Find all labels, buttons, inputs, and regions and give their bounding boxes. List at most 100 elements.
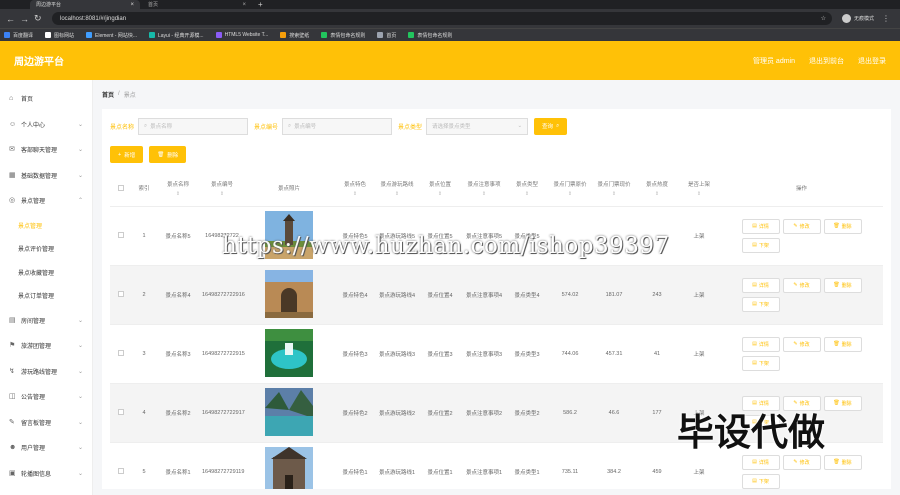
bookmark-item[interactable]: 百度翻译 bbox=[4, 32, 33, 39]
close-icon[interactable]: × bbox=[242, 2, 246, 8]
sort-icon[interactable]: ⇕ bbox=[638, 190, 676, 199]
row-checkbox[interactable] bbox=[118, 408, 124, 415]
sidebar-item[interactable]: ☺ 个人中心 ⌄ bbox=[0, 112, 92, 138]
column-header[interactable]: 景点类型 ⇕ bbox=[506, 174, 548, 206]
row-checkbox[interactable] bbox=[118, 231, 124, 238]
row-checkbox-cell[interactable] bbox=[110, 383, 132, 442]
logout-link[interactable]: 退出登录 bbox=[858, 56, 886, 66]
type-select[interactable]: 请选择景点类型 ⌄ bbox=[426, 117, 529, 135]
row-checkbox-cell[interactable] bbox=[110, 206, 132, 265]
edit-button[interactable]: ✎ 修改 bbox=[782, 395, 821, 411]
column-header[interactable]: 景点门票现价 ⇕ bbox=[592, 174, 636, 206]
profile-chip[interactable]: 无痕模式 bbox=[842, 14, 874, 23]
column-header[interactable]: 操作 bbox=[720, 174, 883, 206]
offline-button[interactable]: ▤ 下架 bbox=[741, 414, 780, 430]
bookmark-item[interactable]: 首页 bbox=[377, 32, 396, 39]
offline-button[interactable]: ▤ 下架 bbox=[741, 237, 780, 253]
url-field[interactable]: localhost:8081/#/jingdian ☆ bbox=[52, 12, 832, 25]
column-header[interactable]: 是否上架 ⇕ bbox=[678, 174, 720, 206]
sidebar-subitem[interactable]: 景点管理 bbox=[0, 214, 92, 238]
column-header[interactable]: 景点照片 bbox=[244, 174, 334, 206]
sort-icon[interactable]: ⇕ bbox=[336, 190, 374, 199]
row-checkbox[interactable] bbox=[118, 467, 124, 474]
new-tab-button[interactable]: + bbox=[258, 0, 263, 9]
back-to-front-link[interactable]: 退出到前台 bbox=[809, 56, 844, 66]
query-button[interactable]: 查询 ⌕ bbox=[534, 117, 568, 135]
breadcrumb-home[interactable]: 首页 bbox=[102, 90, 114, 99]
sort-icon[interactable]: ⇕ bbox=[158, 190, 198, 199]
row-checkbox[interactable] bbox=[118, 290, 124, 297]
detail-button[interactable]: ▤ 详情 bbox=[741, 395, 780, 411]
bookmark-item[interactable]: 表情包命名规则 bbox=[408, 32, 452, 39]
delete-button[interactable]: 🗑 删除 bbox=[823, 454, 862, 470]
row-checkbox[interactable] bbox=[118, 349, 124, 356]
sort-icon[interactable]: ⇕ bbox=[378, 190, 416, 199]
delete-button[interactable]: 🗑 删除 bbox=[823, 336, 862, 352]
row-checkbox-cell[interactable] bbox=[110, 265, 132, 324]
sort-icon[interactable]: ⇕ bbox=[420, 190, 460, 199]
scenic-photo-thumbnail[interactable] bbox=[265, 210, 313, 259]
row-checkbox-cell[interactable] bbox=[110, 442, 132, 489]
close-icon[interactable]: × bbox=[130, 2, 134, 8]
column-header[interactable]: 景点名称 ⇕ bbox=[156, 174, 200, 206]
scenic-photo-thumbnail[interactable] bbox=[265, 387, 313, 436]
sort-icon[interactable]: ⇕ bbox=[464, 190, 504, 199]
column-header[interactable]: 索引 bbox=[132, 174, 156, 206]
sidebar-item[interactable]: ↯ 游玩路线管理 ⌄ bbox=[0, 359, 92, 385]
bookmark-item[interactable]: 图标网站 bbox=[45, 32, 74, 39]
sidebar-item[interactable]: ▤ 房间管理 ⌄ bbox=[0, 308, 92, 334]
reload-icon[interactable]: ↻ bbox=[34, 13, 48, 24]
sidebar-item[interactable]: ☻ 用户管理 ⌄ bbox=[0, 435, 92, 461]
column-header[interactable]: 景点编号 ⇕ bbox=[200, 174, 244, 206]
sidebar-item[interactable]: ⚑ 旅游团管理 ⌄ bbox=[0, 333, 92, 359]
browser-tab-active[interactable]: 周边游平台 × bbox=[30, 0, 140, 9]
column-header[interactable]: 景点特色 ⇕ bbox=[334, 174, 376, 206]
column-header[interactable]: 景点注意事项 ⇕ bbox=[462, 174, 506, 206]
name-search-input[interactable]: ⌕ 景点名称 bbox=[138, 117, 249, 135]
offline-button[interactable]: ▤ 下架 bbox=[741, 296, 780, 312]
sidebar-item[interactable]: ▣ 轮播图信息 ⌄ bbox=[0, 461, 92, 487]
bookmark-item[interactable]: Element - 网站快... bbox=[86, 32, 137, 39]
detail-button[interactable]: ▤ 详情 bbox=[741, 336, 780, 352]
sidebar-item[interactable]: ✉ 客部聊天管理 ⌄ bbox=[0, 137, 92, 163]
back-icon[interactable]: ← bbox=[6, 14, 20, 24]
scenic-photo-thumbnail[interactable] bbox=[265, 328, 313, 377]
delete-button[interactable]: 🗑 删除 bbox=[823, 277, 862, 293]
menu-icon[interactable]: ⋮ bbox=[882, 14, 890, 23]
bookmark-item[interactable]: 搜索壁纸 bbox=[280, 32, 309, 39]
detail-button[interactable]: ▤ 详情 bbox=[741, 454, 780, 470]
sidebar-item[interactable]: ◎ 景点管理 ⌃ bbox=[0, 188, 92, 214]
select-all-checkbox[interactable] bbox=[110, 174, 132, 206]
browser-tab[interactable]: 首页 × bbox=[142, 0, 252, 9]
row-checkbox-cell[interactable] bbox=[110, 324, 132, 383]
sort-icon[interactable]: ⇕ bbox=[594, 190, 634, 199]
code-search-input[interactable]: ⌕ 景点编号 bbox=[282, 117, 393, 135]
offline-button[interactable]: ▤ 下架 bbox=[741, 355, 780, 371]
sort-icon[interactable]: ⇕ bbox=[680, 190, 718, 199]
column-header[interactable]: 景点门票原价 ⇕ bbox=[548, 174, 592, 206]
sidebar-item[interactable]: ✎ 留言板管理 ⌄ bbox=[0, 410, 92, 436]
bookmark-item[interactable]: HTML5 Website T... bbox=[215, 32, 268, 38]
checkbox[interactable] bbox=[118, 184, 124, 191]
detail-button[interactable]: ▤ 详情 bbox=[741, 277, 780, 293]
column-header[interactable]: 景点位置 ⇕ bbox=[418, 174, 462, 206]
detail-button[interactable]: ▤ 详情 bbox=[741, 218, 780, 234]
sidebar-item[interactable]: ◫ 公告管理 ⌄ bbox=[0, 384, 92, 410]
scenic-photo-thumbnail[interactable] bbox=[265, 446, 313, 489]
bookmark-item[interactable]: 表情包命名规则 bbox=[321, 32, 365, 39]
delete-button[interactable]: 🗑 删除 bbox=[823, 395, 862, 411]
sort-icon[interactable]: ⇕ bbox=[202, 190, 242, 199]
batch-delete-button[interactable]: 🗑 删除 bbox=[149, 146, 187, 163]
column-header[interactable]: 景点热度 ⇕ bbox=[636, 174, 678, 206]
forward-icon[interactable]: → bbox=[20, 14, 34, 24]
edit-button[interactable]: ✎ 修改 bbox=[782, 218, 821, 234]
column-header[interactable]: 景点游玩路线 ⇕ bbox=[376, 174, 418, 206]
sidebar-subitem[interactable]: 景点收藏管理 bbox=[0, 261, 92, 285]
edit-button[interactable]: ✎ 修改 bbox=[782, 454, 821, 470]
add-button[interactable]: + 新增 bbox=[110, 146, 144, 163]
sidebar-subitem[interactable]: 景点评价管理 bbox=[0, 237, 92, 261]
scenic-photo-thumbnail[interactable] bbox=[265, 269, 313, 318]
sort-icon[interactable]: ⇕ bbox=[550, 190, 590, 199]
sidebar-subitem[interactable]: 景点订单管理 bbox=[0, 284, 92, 308]
sidebar-item[interactable]: ▦ 基础数据管理 ⌄ bbox=[0, 163, 92, 189]
